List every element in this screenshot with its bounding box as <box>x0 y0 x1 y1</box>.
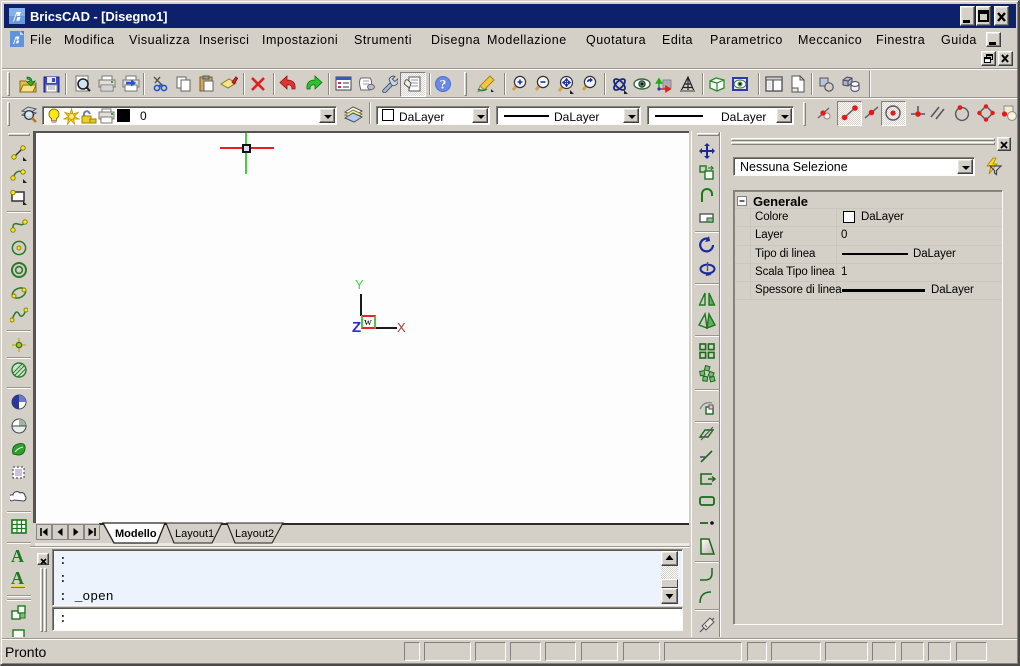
svg-text:Layout2: Layout2 <box>235 528 274 540</box>
svg-text:Modello: Modello <box>115 528 157 540</box>
svg-text:?: ? <box>440 77 447 92</box>
svg-text:Layout1: Layout1 <box>175 528 214 540</box>
